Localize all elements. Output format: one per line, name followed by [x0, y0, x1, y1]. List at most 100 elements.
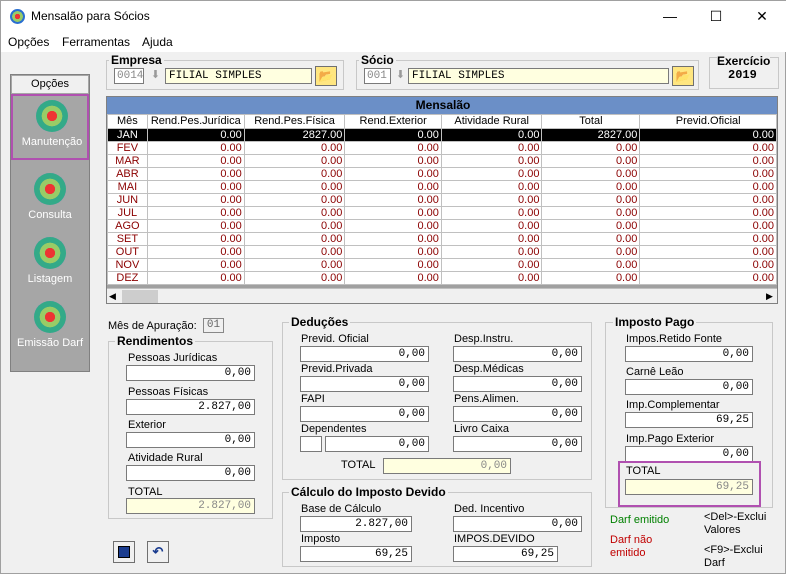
retido-field[interactable]: 0,00 [625, 346, 753, 362]
dependentes-field[interactable]: 0,00 [325, 436, 429, 452]
table-cell[interactable]: 0.00 [243, 232, 346, 246]
table-cell[interactable]: 0.00 [639, 258, 777, 272]
table-cell[interactable]: 0.00 [440, 258, 543, 272]
table-row[interactable]: DEZ 0.00 0.00 0.00 0.00 0.00 0.00 [107, 271, 777, 285]
table-cell[interactable]: 0.00 [639, 245, 777, 259]
table-cell[interactable]: 0.00 [639, 167, 777, 181]
folder-open-icon[interactable]: 📂 [315, 66, 337, 86]
previd-privada-field[interactable]: 0,00 [300, 376, 429, 392]
column-header[interactable]: Atividade Rural [440, 114, 543, 129]
pens-alimen-field[interactable]: 0,00 [453, 406, 582, 422]
undo-button[interactable]: ↶ [147, 541, 169, 563]
column-header[interactable]: Mês [107, 114, 148, 129]
minimize-button[interactable]: — [647, 1, 693, 32]
rural-field[interactable]: 0,00 [126, 465, 255, 481]
table-cell[interactable]: 0.00 [344, 258, 442, 272]
table-row[interactable]: SET 0.00 0.00 0.00 0.00 0.00 0.00 [107, 232, 777, 246]
maximize-button[interactable]: ☐ [693, 1, 739, 32]
download-arrow-icon[interactable]: ⬇ [392, 68, 409, 84]
carne-leao-field[interactable]: 0,00 [625, 379, 753, 395]
pj-field[interactable]: 0,00 [126, 365, 255, 381]
apuracao-field[interactable]: 01 [203, 318, 224, 333]
table-cell[interactable]: JAN [107, 128, 148, 142]
table-cell[interactable]: SET [107, 232, 148, 246]
column-header[interactable]: Rend.Exterior [344, 114, 442, 129]
fapi-field[interactable]: 0,00 [300, 406, 429, 422]
pf-field[interactable]: 2.827,00 [126, 399, 255, 415]
table-cell[interactable]: 0.00 [639, 154, 777, 168]
sidebar-item-consulta[interactable]: Consulta [11, 169, 89, 231]
table-cell[interactable]: 0.00 [541, 232, 641, 246]
table-cell[interactable]: 0.00 [146, 245, 245, 259]
table-row[interactable]: ABR 0.00 0.00 0.00 0.00 0.00 0.00 [107, 167, 777, 181]
table-cell[interactable]: 0.00 [146, 128, 245, 142]
table-row[interactable]: JUN 0.00 0.00 0.00 0.00 0.00 0.00 [107, 193, 777, 207]
empresa-name-field[interactable]: FILIAL SIMPLES [165, 68, 312, 84]
column-header[interactable]: Rend.Pes.Jurídica [146, 114, 245, 129]
table-cell[interactable]: 0.00 [146, 219, 245, 233]
socio-code-field[interactable]: 001 [364, 68, 391, 84]
table-cell[interactable]: 0.00 [639, 219, 777, 233]
table-cell[interactable]: 2827.00 [243, 128, 346, 142]
table-cell[interactable]: 0.00 [146, 180, 245, 194]
table-cell[interactable]: 0.00 [146, 193, 245, 207]
table-row[interactable]: MAR 0.00 0.00 0.00 0.00 0.00 0.00 [107, 154, 777, 168]
table-cell[interactable]: 0.00 [639, 193, 777, 207]
table-cell[interactable]: 0.00 [639, 206, 777, 220]
table-cell[interactable]: 0.00 [344, 271, 442, 285]
table-cell[interactable]: 0.00 [639, 128, 777, 142]
table-cell[interactable]: 0.00 [243, 206, 346, 220]
table-row[interactable]: JUL 0.00 0.00 0.00 0.00 0.00 0.00 [107, 206, 777, 220]
table-row[interactable]: NOV 0.00 0.00 0.00 0.00 0.00 0.00 [107, 258, 777, 272]
table-cell[interactable]: JUN [107, 193, 148, 207]
table-cell[interactable]: 0.00 [541, 193, 641, 207]
table-cell[interactable]: 0.00 [243, 271, 346, 285]
table-cell[interactable]: 0.00 [440, 206, 543, 220]
table-cell[interactable]: FEV [107, 141, 148, 155]
table-cell[interactable]: 0.00 [146, 232, 245, 246]
folder-open-icon[interactable]: 📂 [672, 66, 694, 86]
socio-name-field[interactable]: FILIAL SIMPLES [408, 68, 669, 84]
download-arrow-icon[interactable]: ⬇ [147, 68, 164, 84]
table-cell[interactable]: 0.00 [639, 180, 777, 194]
table-cell[interactable]: 0.00 [541, 141, 641, 155]
table-cell[interactable]: 0.00 [440, 271, 543, 285]
table-cell[interactable]: 0.00 [146, 154, 245, 168]
table-cell[interactable]: 0.00 [541, 258, 641, 272]
table-row[interactable]: FEV 0.00 0.00 0.00 0.00 0.00 0.00 [107, 141, 777, 155]
table-cell[interactable]: 0.00 [440, 154, 543, 168]
table-cell[interactable]: 0.00 [440, 167, 543, 181]
table-cell[interactable]: 0.00 [344, 128, 442, 142]
table-cell[interactable]: NOV [107, 258, 148, 272]
table-cell[interactable]: 0.00 [541, 245, 641, 259]
table-cell[interactable]: 0.00 [243, 154, 346, 168]
table-cell[interactable]: 0.00 [639, 271, 777, 285]
table-cell[interactable]: MAR [107, 154, 148, 168]
table-cell[interactable]: 0.00 [440, 245, 543, 259]
table-cell[interactable]: 0.00 [243, 245, 346, 259]
table-cell[interactable]: 0.00 [344, 219, 442, 233]
table-cell[interactable]: 0.00 [146, 141, 245, 155]
table-cell[interactable]: 0.00 [541, 219, 641, 233]
sidebar-item-manutencao[interactable]: Manutenção [11, 94, 89, 160]
table-cell[interactable]: 0.00 [243, 167, 346, 181]
table-cell[interactable]: MAI [107, 180, 148, 194]
previd-oficial-field[interactable]: 0,00 [300, 346, 429, 362]
table-cell[interactable]: 0.00 [243, 180, 346, 194]
table-cell[interactable]: OUT [107, 245, 148, 259]
table-cell[interactable]: 0.00 [344, 180, 442, 194]
table-row[interactable]: JAN 0.00 2827.00 0.00 0.00 2827.00 0.00 [107, 128, 777, 142]
table-cell[interactable]: 0.00 [344, 141, 442, 155]
desp-medicas-field[interactable]: 0,00 [453, 376, 582, 392]
table-cell[interactable]: 0.00 [639, 232, 777, 246]
column-header[interactable]: Rend.Pes.Física [243, 114, 346, 129]
table-cell[interactable]: 0.00 [440, 141, 543, 155]
table-cell[interactable]: 0.00 [440, 232, 543, 246]
table-cell[interactable]: 0.00 [146, 206, 245, 220]
menu-ferramentas[interactable]: Ferramentas [62, 35, 130, 49]
table-cell[interactable]: 0.00 [344, 206, 442, 220]
desp-instru-field[interactable]: 0,00 [453, 346, 582, 362]
table-cell[interactable]: 0.00 [243, 193, 346, 207]
table-cell[interactable]: 0.00 [344, 154, 442, 168]
save-button[interactable] [113, 541, 135, 563]
